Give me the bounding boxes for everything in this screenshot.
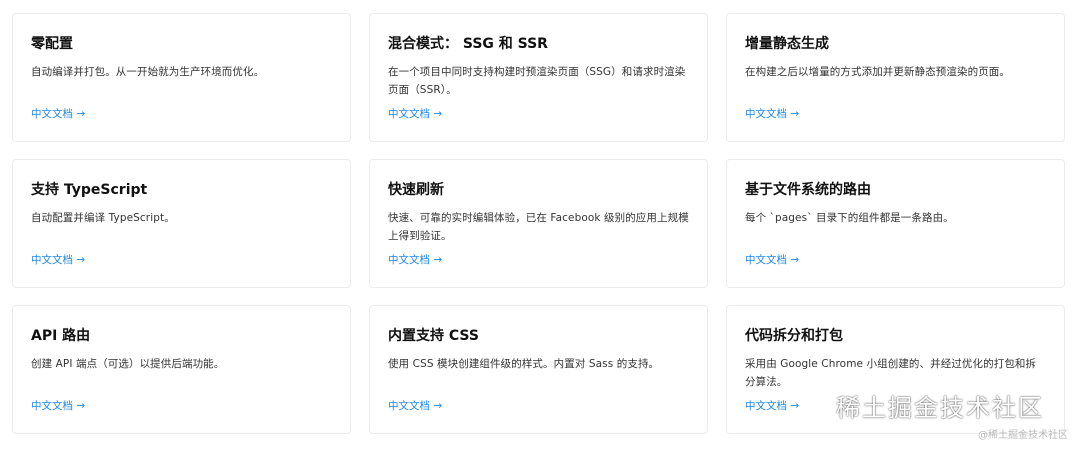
card-title: 内置支持 CSS xyxy=(388,328,479,344)
docs-link[interactable]: 中文文档 → xyxy=(388,398,442,414)
card-title: 混合模式： SSG 和 SSR xyxy=(388,36,548,52)
card-description: 自动编译并打包。从一开始就为生产环境而优化。 xyxy=(31,66,265,78)
card-description: 在构建之后以增量的方式添加并更新静态预渲染的页面。 xyxy=(745,66,1010,78)
wechat-icon xyxy=(803,395,828,416)
docs-link[interactable]: 中文文档 → xyxy=(745,106,799,122)
feature-card: 基于文件系统的路由 每个 `pages` 目录下的组件都是一条路由。 中文文档 … xyxy=(726,159,1065,288)
docs-link[interactable]: 中文文档 → xyxy=(31,252,85,268)
card-description: 采用由 Google Chrome 小组创建的、并经过优化的打包和拆分算法。 xyxy=(745,358,1037,388)
feature-card: 支持 TypeScript 自动配置并编译 TypeScript。 中文文档 → xyxy=(12,159,351,288)
card-title: 增量静态生成 xyxy=(745,36,829,52)
feature-grid: 零配置 自动编译并打包。从一开始就为生产环境而优化。 中文文档 → 混合模式： … xyxy=(12,13,1065,434)
card-description: 每个 `pages` 目录下的组件都是一条路由。 xyxy=(745,212,954,224)
card-description: 使用 CSS 模块创建组件级的样式。内置对 Sass 的支持。 xyxy=(388,358,660,370)
card-title: 支持 TypeScript xyxy=(31,182,148,198)
card-title: 零配置 xyxy=(31,36,73,52)
docs-link[interactable]: 中文文档 → xyxy=(388,106,442,122)
card-title: 基于文件系统的路由 xyxy=(745,182,871,198)
docs-link[interactable]: 中文文档 → xyxy=(388,252,442,268)
feature-card: 快速刷新 快速、可靠的实时编辑体验，已在 Facebook 级别的应用上规模上得… xyxy=(369,159,708,288)
card-title: 快速刷新 xyxy=(388,182,444,198)
docs-link[interactable]: 中文文档 → xyxy=(745,398,799,414)
watermark: 稀土掘金技术社区 xyxy=(802,388,1044,423)
card-title: API 路由 xyxy=(31,328,91,344)
card-title: 代码拆分和打包 xyxy=(745,328,843,344)
card-description: 自动配置并编译 TypeScript。 xyxy=(31,212,175,224)
card-description: 在一个项目中同时支持构建时预渲染页面（SSG）和请求时渲染页面（SSR）。 xyxy=(388,66,686,96)
feature-card: 零配置 自动编译并打包。从一开始就为生产环境而优化。 中文文档 → xyxy=(12,13,351,142)
card-description: 创建 API 端点（可选）以提供后端功能。 xyxy=(31,358,225,370)
watermark-text: 稀土掘金技术社区 xyxy=(836,394,1044,422)
feature-card: 内置支持 CSS 使用 CSS 模块创建组件级的样式。内置对 Sass 的支持。… xyxy=(369,305,708,434)
docs-link[interactable]: 中文文档 → xyxy=(31,398,85,414)
watermark-small: @稀土掘金技术社区 xyxy=(978,430,1068,441)
feature-card: 增量静态生成 在构建之后以增量的方式添加并更新静态预渲染的页面。 中文文档 → xyxy=(726,13,1065,142)
feature-card: 混合模式： SSG 和 SSR 在一个项目中同时支持构建时预渲染页面（SSG）和… xyxy=(369,13,708,142)
docs-link[interactable]: 中文文档 → xyxy=(745,252,799,268)
docs-link[interactable]: 中文文档 → xyxy=(31,106,85,122)
feature-card: API 路由 创建 API 端点（可选）以提供后端功能。 中文文档 → xyxy=(12,305,351,434)
card-description: 快速、可靠的实时编辑体验，已在 Facebook 级别的应用上规模上得到验证。 xyxy=(388,212,689,242)
